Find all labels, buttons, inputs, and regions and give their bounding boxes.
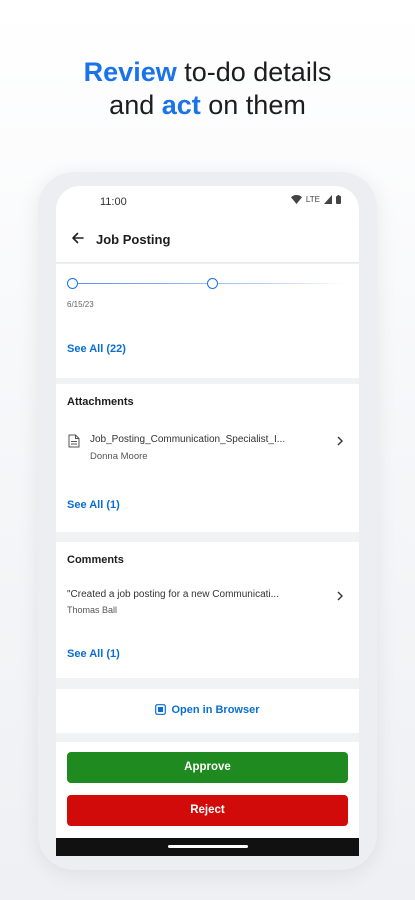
promo-text-3: on them <box>200 90 306 120</box>
home-handle[interactable] <box>168 845 248 848</box>
attachments-title: Attachments <box>67 396 134 408</box>
comment-text: "Created a job posting for a new Communi… <box>67 589 279 600</box>
battery-icon <box>336 195 341 204</box>
promo-line-2: and act on them <box>0 89 415 122</box>
attachment-name: Job_Posting_Communication_Specialist_I..… <box>90 434 286 445</box>
wifi-icon <box>290 195 302 204</box>
promo-accent-review: Review <box>83 57 177 87</box>
comments-card: Comments "Created a job posting for a ne… <box>56 542 359 678</box>
page-title: Job Posting <box>96 232 171 247</box>
phone-screen: 11:00 LTE Job Posting 6/15/23 See All (2… <box>56 186 359 856</box>
timeline-card: 6/15/23 See All (22) <box>56 264 359 378</box>
approve-button[interactable]: Approve <box>67 752 348 783</box>
timeline-date: 6/15/23 <box>67 300 94 309</box>
open-in-browser-label: Open in Browser <box>171 704 260 716</box>
promo-line-1: Review to-do details <box>0 56 415 89</box>
navigation-bar <box>56 838 359 856</box>
status-icons: LTE <box>290 195 341 204</box>
open-in-browser-card: Open in Browser <box>56 689 359 733</box>
promo-accent-act: act <box>161 90 201 120</box>
back-arrow-icon[interactable] <box>68 228 88 248</box>
status-bar: 11:00 LTE <box>56 186 359 218</box>
reject-button[interactable]: Reject <box>67 795 348 826</box>
document-icon <box>68 434 80 448</box>
see-all-attachments-link[interactable]: See All (1) <box>67 499 120 511</box>
promo-text-1: to-do details <box>176 57 332 87</box>
promo-text-2: and <box>109 90 162 120</box>
timeline-dot <box>67 278 78 289</box>
app-bar: Job Posting <box>56 218 359 262</box>
network-label: LTE <box>305 195 320 204</box>
see-all-timeline-link[interactable]: See All (22) <box>67 343 126 355</box>
signal-icon <box>324 195 332 204</box>
see-all-comments-link[interactable]: See All (1) <box>67 648 120 660</box>
chevron-right-icon <box>337 436 343 446</box>
external-browser-icon <box>155 704 167 715</box>
status-time: 11:00 <box>100 196 127 208</box>
attachment-author: Donna Moore <box>90 451 148 462</box>
comment-author: Thomas Ball <box>67 605 118 615</box>
timeline-dot <box>207 278 218 289</box>
chevron-right-icon <box>337 591 343 601</box>
attachments-card: Attachments Job_Posting_Communication_Sp… <box>56 384 359 532</box>
open-in-browser-link[interactable]: Open in Browser <box>56 704 359 716</box>
promo-headline: Review to-do details and act on them <box>0 56 415 122</box>
comments-title: Comments <box>67 554 124 566</box>
